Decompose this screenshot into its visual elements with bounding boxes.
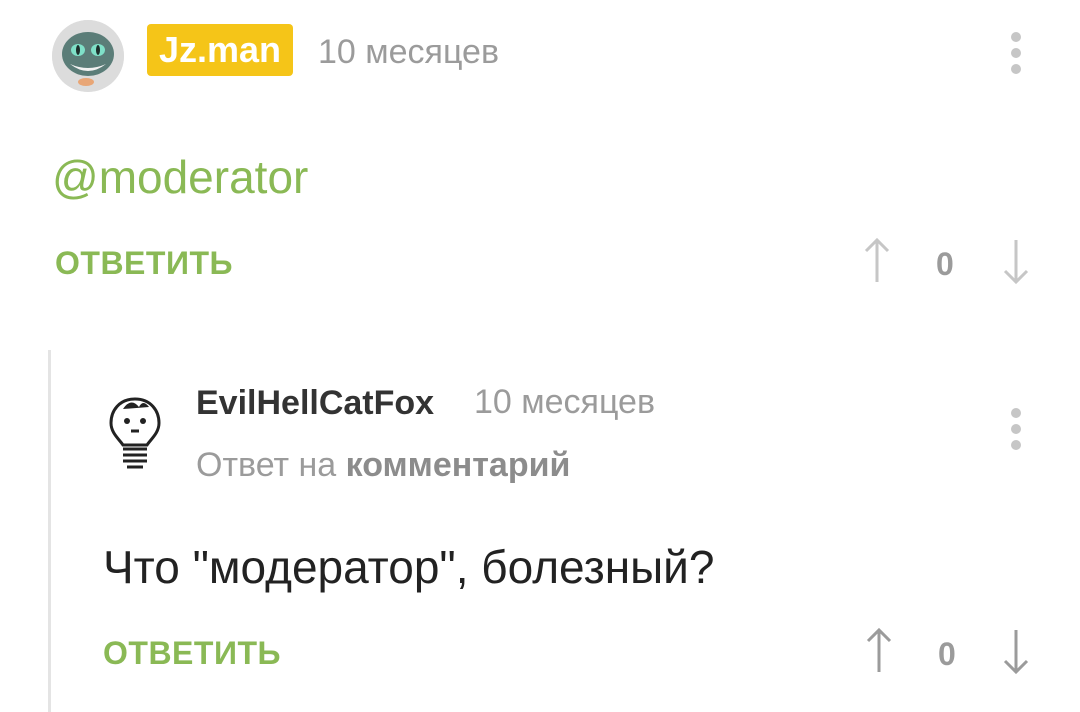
avatar[interactable]	[52, 20, 124, 92]
cheshire-cat-icon	[52, 20, 124, 92]
reply-to-line: Ответ на комментарий	[196, 446, 570, 485]
reply-to-prefix: Ответ на	[196, 446, 337, 484]
comment-time: 10 месяцев	[318, 33, 500, 71]
upvote-icon[interactable]	[864, 626, 894, 685]
thread-line	[48, 350, 51, 712]
mention-link[interactable]: @moderator	[52, 150, 308, 204]
lightbulb-face-icon	[109, 397, 161, 469]
comment-text: Что "модератор", болезный?	[103, 541, 715, 593]
rating-count: 0	[936, 246, 954, 282]
downvote-icon[interactable]	[1001, 626, 1031, 685]
upvote-icon[interactable]	[862, 236, 892, 295]
rating-count: 0	[938, 636, 956, 672]
author-name[interactable]: Jz.man	[147, 24, 294, 76]
more-options-icon[interactable]	[1011, 32, 1023, 80]
reply-to-link[interactable]: комментарий	[346, 446, 571, 484]
reply-button[interactable]: ОТВЕТИТЬ	[103, 635, 281, 672]
downvote-icon[interactable]	[1001, 236, 1031, 295]
more-options-icon[interactable]	[1011, 408, 1023, 456]
avatar[interactable]	[103, 393, 167, 473]
comment-time: 10 месяцев	[474, 383, 656, 421]
reply-button[interactable]: ОТВЕТИТЬ	[55, 245, 233, 282]
author-name[interactable]: EvilHellCatFox	[196, 384, 434, 423]
